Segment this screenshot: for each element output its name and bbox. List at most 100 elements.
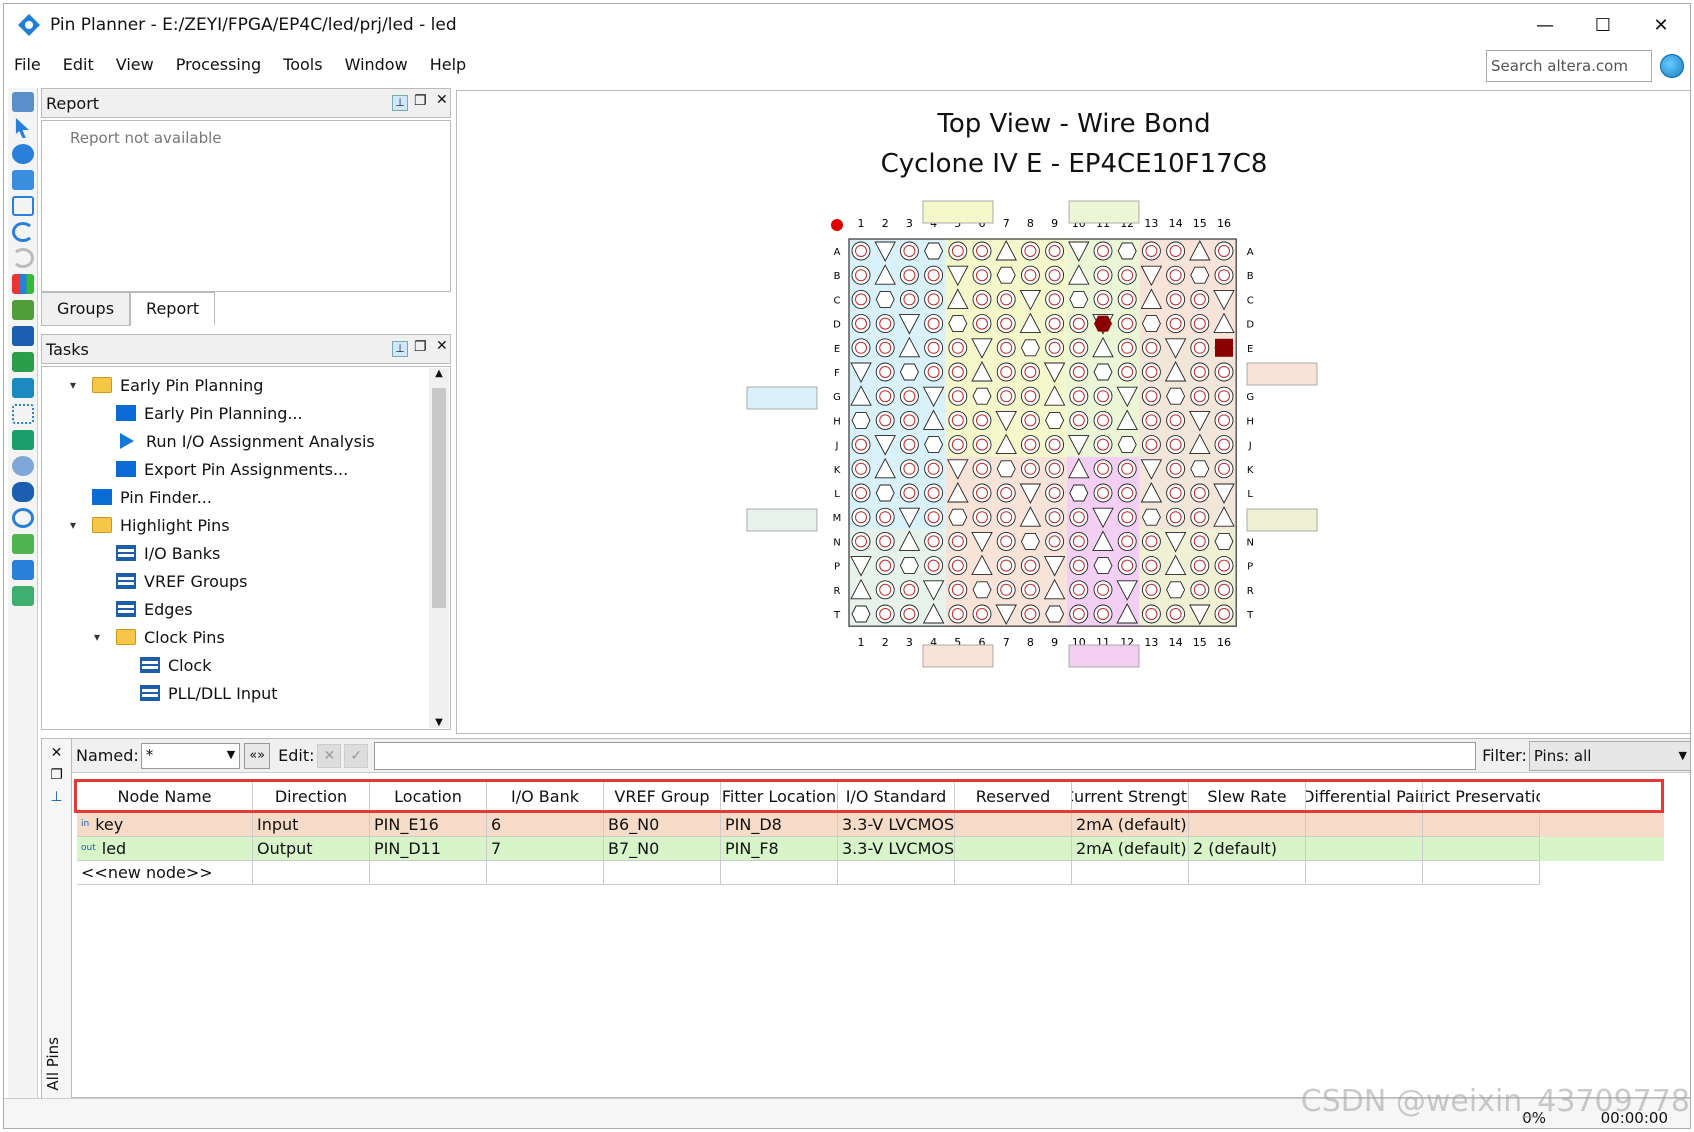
zoom-icon[interactable] (11, 144, 34, 164)
task-export-pin-assignments[interactable]: Export Pin Assignments... (116, 455, 348, 483)
cell-current-strength[interactable]: 2mA (default) (1072, 813, 1189, 837)
export-io-icon[interactable] (11, 560, 34, 580)
cell-current-strength[interactable]: 2mA (default) (1072, 837, 1189, 861)
scroll-down-icon[interactable]: ▼ (429, 717, 449, 728)
cell-vref-group[interactable]: B6_N0 (604, 813, 721, 837)
empty-cell[interactable] (370, 861, 487, 885)
close-icon[interactable]: ✕ (42, 745, 71, 761)
chip-top-view[interactable]: Top View - Wire Bond Cyclone IV E - EP4C… (456, 90, 1691, 735)
menu-tools[interactable]: Tools (283, 55, 322, 74)
pin-grid[interactable]: 1122334455667788991010111112121313141415… (457, 91, 1691, 735)
binoculars-icon[interactable] (11, 482, 34, 502)
refresh-icon[interactable] (11, 508, 34, 528)
task-window-icon[interactable] (11, 92, 34, 112)
io-view-icon[interactable] (11, 300, 34, 320)
column-node-name[interactable]: Node Name (77, 782, 253, 810)
empty-cell[interactable] (487, 861, 604, 885)
task-vref-groups[interactable]: VREF Groups (116, 567, 248, 595)
float-panel-icon[interactable]: ❐ (42, 767, 71, 783)
column-differential-pair[interactable]: Differential Pair (1306, 782, 1423, 810)
cell-node-name[interactable]: out led (77, 837, 253, 861)
scroll-thumb[interactable] (432, 388, 446, 608)
table-row-new-node[interactable]: <<new node>> (77, 861, 1664, 885)
table-row[interactable]: in key Input PIN_E16 6 B6_N0 PIN_D8 3.3-… (77, 813, 1664, 837)
empty-cell[interactable] (838, 861, 955, 885)
cell-node-name[interactable]: in key (77, 813, 253, 837)
filter-select[interactable]: Pins: all ▼ (1528, 740, 1690, 771)
bank-icon[interactable] (11, 378, 34, 398)
cell-reserved[interactable] (955, 837, 1072, 861)
menu-window[interactable]: Window (345, 55, 408, 74)
task-io-banks[interactable]: I/O Banks (116, 539, 220, 567)
search-input[interactable]: Search altera.com (1486, 50, 1652, 82)
table-row[interactable]: out led Output PIN_D11 7 B7_N0 PIN_F8 3.… (77, 837, 1664, 861)
task-pin-finder[interactable]: Pin Finder... (92, 483, 212, 511)
cell-slew-rate[interactable]: 2 (default) (1189, 837, 1306, 861)
minimize-button[interactable]: — (1516, 4, 1574, 46)
chevron-down-icon[interactable]: ▾ (70, 518, 84, 532)
tab-report[interactable]: Report (130, 292, 216, 326)
cell-io-standard[interactable]: 3.3-V LVCMOS (838, 837, 955, 861)
assignment-icon[interactable] (11, 430, 34, 450)
cell-direction[interactable]: Output (253, 837, 370, 861)
cell-vref-group[interactable]: B7_N0 (604, 837, 721, 861)
cell-location[interactable]: PIN_E16 (370, 813, 487, 837)
task-early-pin-planning-folder[interactable]: ▾ Early Pin Planning (70, 371, 263, 399)
layout-icon[interactable] (11, 586, 34, 606)
close-panel-icon[interactable]: ✕ (436, 338, 448, 354)
io-list-icon[interactable] (11, 326, 34, 346)
float-panel-icon[interactable]: ❐ (414, 339, 427, 355)
empty-cell[interactable] (721, 861, 838, 885)
cell-fitter-location[interactable]: PIN_F8 (721, 837, 838, 861)
cell-reserved[interactable] (955, 813, 1072, 837)
empty-cell[interactable] (955, 861, 1072, 885)
select-tool-icon[interactable] (15, 118, 30, 138)
empty-cell[interactable] (1189, 861, 1306, 885)
pin-view-icon[interactable] (11, 274, 34, 294)
menu-help[interactable]: Help (430, 55, 466, 74)
pin-panel-icon[interactable]: ⊥ (392, 341, 408, 357)
menu-file[interactable]: File (14, 55, 41, 74)
empty-cell[interactable] (1072, 861, 1189, 885)
menu-processing[interactable]: Processing (176, 55, 261, 74)
package-icon[interactable] (11, 352, 34, 372)
cell-differential-pair[interactable] (1306, 813, 1423, 837)
chevron-down-icon[interactable]: ▾ (94, 630, 108, 644)
empty-cell[interactable] (604, 861, 721, 885)
undo-icon[interactable] (11, 222, 34, 242)
float-panel-icon[interactable]: ❐ (414, 93, 427, 109)
scroll-up-icon[interactable]: ▲ (429, 368, 449, 379)
globe-icon[interactable] (1660, 54, 1684, 78)
empty-cell[interactable] (1423, 861, 1540, 885)
close-button[interactable]: ✕ (1632, 4, 1690, 46)
column-location[interactable]: Location (370, 782, 487, 810)
column-slew-rate[interactable]: Slew Rate (1189, 782, 1306, 810)
task-clock-pins-folder[interactable]: ▾ Clock Pins (94, 623, 225, 651)
column-fitter-location[interactable]: Fitter Location (721, 782, 838, 810)
pin-list-icon[interactable] (11, 404, 34, 424)
task-run-io-analysis[interactable]: Run I/O Assignment Analysis (116, 427, 375, 455)
column-vref-group[interactable]: VREF Group (604, 782, 721, 810)
tab-groups[interactable]: Groups (41, 292, 131, 326)
accept-edit-icon[interactable]: ✓ (344, 743, 369, 768)
column-current-strength[interactable]: Current Strength (1072, 782, 1189, 810)
named-filter-input[interactable]: * ▼ (140, 742, 241, 769)
redo-icon[interactable] (11, 248, 34, 268)
menu-edit[interactable]: Edit (63, 55, 94, 74)
empty-cell[interactable] (253, 861, 370, 885)
chevron-down-icon[interactable]: ▼ (1679, 749, 1687, 762)
cell-slew-rate[interactable] (1189, 813, 1306, 837)
fit-view-icon[interactable] (11, 196, 34, 216)
cell-io-standard[interactable]: 3.3-V LVCMOS (838, 813, 955, 837)
cancel-edit-icon[interactable]: ✕ (317, 743, 342, 768)
expand-filter-button[interactable]: «» (244, 742, 271, 769)
probe-icon[interactable] (11, 456, 34, 476)
column-io-standard[interactable]: I/O Standard (838, 782, 955, 810)
task-edges[interactable]: Edges (116, 595, 193, 623)
empty-cell[interactable] (1306, 861, 1423, 885)
menu-view[interactable]: View (116, 55, 154, 74)
task-highlight-pins-folder[interactable]: ▾ Highlight Pins (70, 511, 230, 539)
cell-fitter-location[interactable]: PIN_D8 (721, 813, 838, 837)
cell-strict-preservation[interactable] (1423, 837, 1540, 861)
check-io-icon[interactable] (11, 534, 34, 554)
